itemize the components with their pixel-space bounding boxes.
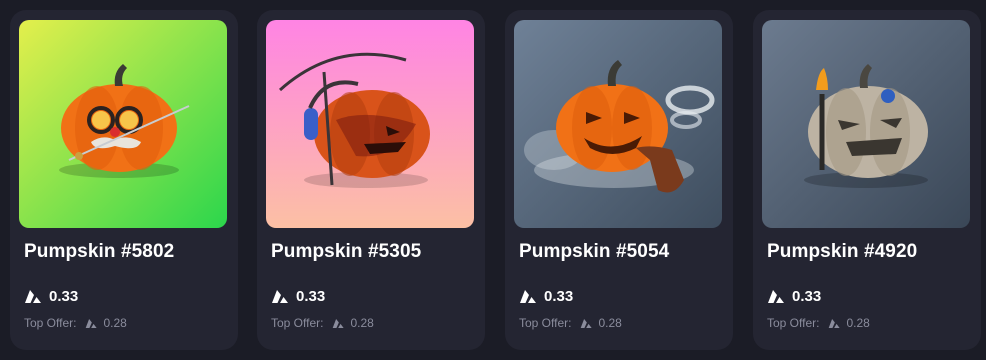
price-row: 0.33 — [271, 287, 325, 305]
nft-title[interactable]: Pumpskin #5054 — [519, 241, 669, 263]
price-row: 0.33 — [519, 287, 573, 305]
top-offer-row: Top Offer: 0.28 — [519, 315, 622, 331]
nft-card[interactable]: Pumpskin #4920 0.33 Top Offer: 0.28 — [753, 10, 981, 350]
top-offer-value: 0.28 — [350, 316, 374, 330]
avalanche-icon — [768, 289, 784, 303]
nft-card[interactable]: Pumpskin #5054 0.33 Top Offer: 0.28 — [505, 10, 733, 350]
nft-card[interactable]: Pumpskin #5802 0.33 Top Offer: 0.28 — [10, 10, 238, 350]
nft-title[interactable]: Pumpskin #4920 — [767, 241, 917, 263]
avalanche-icon — [581, 318, 593, 328]
top-offer-row: Top Offer: 0.28 — [767, 315, 870, 331]
nft-image[interactable] — [514, 20, 722, 228]
nft-grid: Pumpskin #5802 0.33 Top Offer: 0.28 Pump… — [0, 0, 986, 360]
top-offer-value: 0.28 — [846, 316, 870, 330]
nft-price: 0.33 — [544, 287, 574, 305]
price-row: 0.33 — [767, 287, 821, 305]
avalanche-icon — [25, 289, 41, 303]
top-offer-label: Top Offer: — [519, 316, 572, 330]
top-offer-label: Top Offer: — [767, 316, 820, 330]
avalanche-icon — [520, 289, 536, 303]
avalanche-icon — [272, 289, 288, 303]
top-offer-row: Top Offer: 0.28 — [24, 315, 127, 331]
price-row: 0.33 — [24, 287, 78, 305]
avalanche-icon — [333, 318, 345, 328]
nft-title[interactable]: Pumpskin #5802 — [24, 241, 174, 263]
nft-price: 0.33 — [49, 287, 79, 305]
top-offer-value: 0.28 — [598, 316, 622, 330]
nft-title[interactable]: Pumpskin #5305 — [271, 241, 421, 263]
nft-image[interactable] — [762, 20, 970, 228]
avalanche-icon — [86, 318, 98, 328]
avalanche-icon — [829, 318, 841, 328]
nft-image[interactable] — [266, 20, 474, 228]
nft-price: 0.33 — [792, 287, 822, 305]
top-offer-label: Top Offer: — [271, 316, 324, 330]
nft-card[interactable]: Pumpskin #5305 0.33 Top Offer: 0.28 — [257, 10, 485, 350]
top-offer-value: 0.28 — [103, 316, 127, 330]
nft-image[interactable] — [19, 20, 227, 228]
top-offer-row: Top Offer: 0.28 — [271, 315, 374, 331]
top-offer-label: Top Offer: — [24, 316, 77, 330]
nft-price: 0.33 — [296, 287, 326, 305]
